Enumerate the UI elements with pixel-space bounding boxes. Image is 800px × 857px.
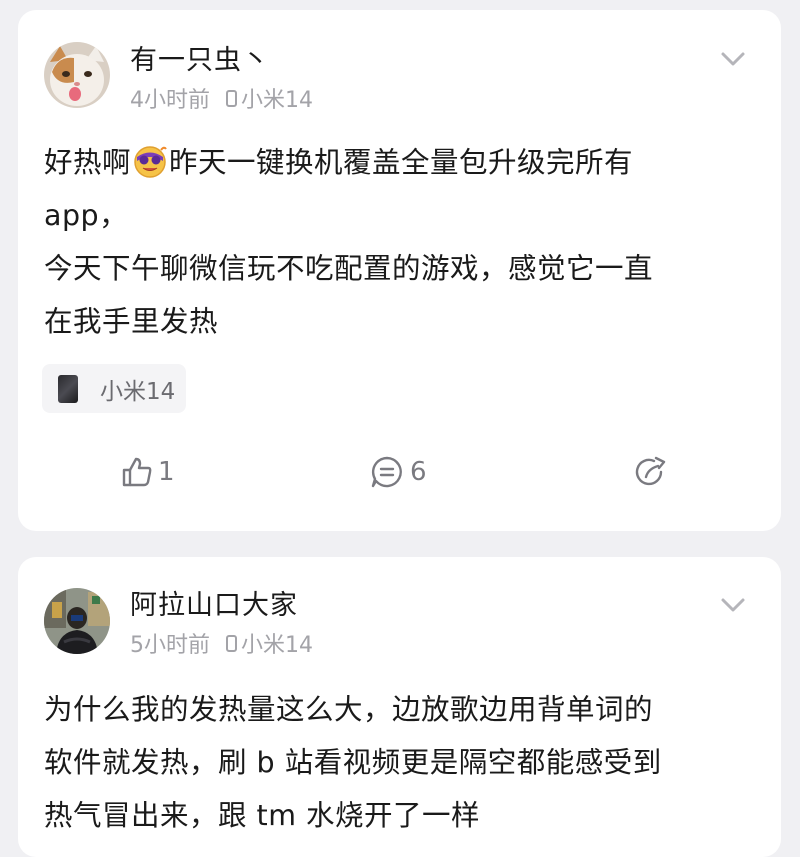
person-avatar-image [44,588,110,654]
cat-avatar-image [44,42,110,108]
chevron-down-icon[interactable] [719,50,747,68]
content-text: 为什么我的发热量这么大，边放歌边用背单词的 [44,693,654,726]
post-card[interactable]: 有一只虫丶 4小时前 小米14 好热啊 昨天一键换机覆盖全量包升级完所有 app… [18,10,781,531]
content-text: 软件就发热，刷 b 站看视频更是隔空都能感受到 [44,746,662,779]
avatar[interactable] [44,588,110,654]
content-text: 热气冒出来，跟 tm 水烧开了一样 [44,799,481,832]
share-icon [635,456,666,486]
post-card[interactable]: 阿拉山口大家 5小时前 小米14 为什么我的发热量这么大，边放歌边用背单词的 软… [18,557,781,857]
like-count: 1 [158,457,175,487]
post-time: 5小时前 [130,633,210,658]
hot-face-emoji-icon [134,146,167,178]
thumbs-up-icon [122,457,152,487]
post-device: 小米14 [241,88,313,113]
phone-icon [226,634,237,652]
post-time: 4小时前 [130,88,210,113]
avatar[interactable] [44,42,110,108]
post-meta: 4小时前 小米14 [130,82,313,114]
content-text: 好热啊 [44,146,132,179]
post-content: 为什么我的发热量这么大，边放歌边用背单词的 软件就发热，刷 b 站看视频更是隔空… [44,683,751,842]
content-text: 昨天一键换机覆盖全量包升级完所有 [169,146,634,179]
device-tag[interactable]: 小米14 [42,364,186,413]
content-text: app， [44,199,129,232]
chevron-down-icon[interactable] [719,596,747,614]
device-tag-label: 小米14 [100,378,176,405]
share-button[interactable] [634,455,668,489]
username[interactable]: 阿拉山口大家 [130,583,298,622]
comment-count: 6 [410,457,427,487]
comment-button[interactable]: 6 [370,455,427,489]
phone-icon [226,89,237,107]
like-button[interactable]: 1 [120,455,175,489]
post-meta: 5小时前 小米14 [130,627,313,659]
comment-icon [371,456,402,488]
content-text: 在我手里发热 [44,305,219,338]
phone-thumbnail [58,374,78,403]
username[interactable]: 有一只虫丶 [130,38,270,77]
content-text: 今天下午聊微信玩不吃配置的游戏，感觉它一直 [44,252,654,285]
post-device: 小米14 [241,633,313,658]
post-content: 好热啊 昨天一键换机覆盖全量包升级完所有 app， 今天下午聊微信玩不吃配置的游… [44,136,751,348]
